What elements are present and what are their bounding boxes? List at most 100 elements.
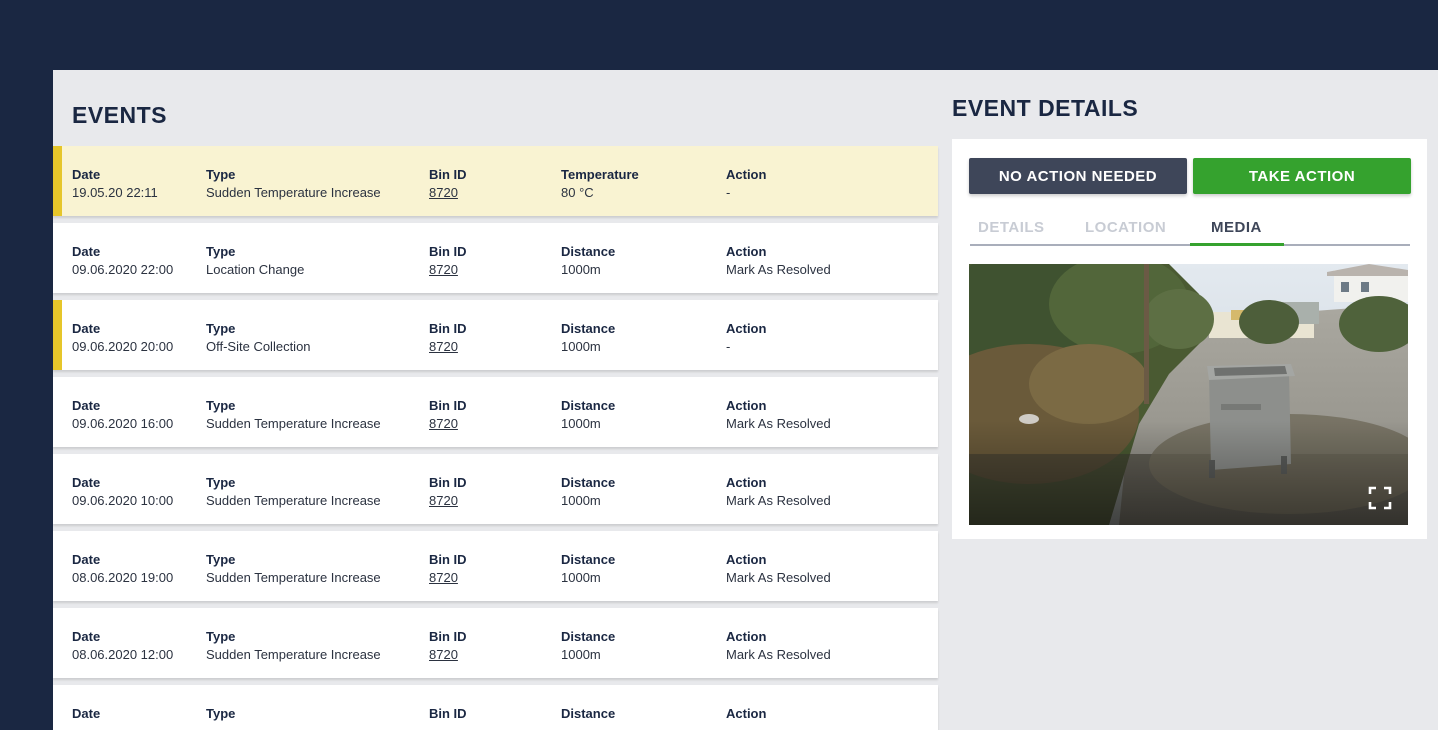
event-metric-cell: Temperature 80 °C: [561, 167, 639, 201]
date-label: Date: [72, 552, 101, 567]
bin-id-link[interactable]: 8720: [429, 646, 467, 663]
bin-id-label: Bin ID: [429, 706, 467, 721]
take-action-button[interactable]: TAKE ACTION: [1193, 158, 1411, 194]
event-date-cell: Date 09.06.2020 22:00: [72, 244, 173, 278]
event-metric-cell: Distance 1000m: [561, 244, 615, 278]
action-label: Action: [726, 475, 767, 490]
tab-location[interactable]: LOCATION: [1085, 219, 1166, 236]
event-date-cell: Date 09.06.2020 16:00: [72, 398, 173, 432]
event-action: -: [726, 339, 731, 354]
action-label: Action: [726, 629, 767, 644]
events-list: Date 19.05.20 22:11 Type Sudden Temperatur…: [53, 146, 938, 730]
event-row[interactable]: Date 19.05.20 22:11 Type Sudden Temperatur…: [53, 146, 938, 216]
event-type-cell: Type Location Change: [206, 244, 304, 278]
type-label: Type: [206, 398, 236, 413]
event-metric-cell: Distance 1000m: [561, 552, 615, 586]
type-label: Type: [206, 244, 236, 259]
bin-id-link[interactable]: 8720: [429, 415, 467, 432]
event-type: Sudden Temperature Increase: [206, 416, 381, 431]
event-metric: 1000m: [561, 493, 601, 508]
bin-id-label: Bin ID: [429, 321, 467, 336]
metric-label: Distance: [561, 706, 616, 721]
event-action[interactable]: Mark As Resolved: [726, 569, 831, 586]
bin-id-link[interactable]: 8720: [429, 184, 467, 201]
event-type-cell: Type Sudden Temperature Increase: [206, 629, 381, 663]
event-row[interactable]: Date 09.06.2020 22:00 Type Location Change…: [53, 223, 938, 293]
event-details-card: NO ACTION NEEDED TAKE ACTION DETAILS LOC…: [952, 139, 1427, 539]
event-metric-cell: Distance: [561, 706, 615, 723]
no-action-needed-button[interactable]: NO ACTION NEEDED: [969, 158, 1187, 194]
event-action-cell: Action -: [726, 321, 766, 355]
bin-id-label: Bin ID: [429, 552, 467, 567]
event-bin-cell: Bin ID 8720: [429, 167, 467, 201]
main-content: EVENTS Date 19.05.20 22:11 Type Sudden Tem…: [53, 70, 1438, 730]
event-date: 09.06.2020 20:00: [72, 339, 174, 354]
event-type-cell: Type Sudden Temperature Increase: [206, 167, 381, 201]
event-flag-marker: [53, 300, 62, 370]
bin-id-label: Bin ID: [429, 629, 467, 644]
type-label: Type: [206, 167, 236, 182]
event-date-cell: Date 08.06.2020 12:00: [72, 629, 173, 663]
event-details-title: EVENT DETAILS: [952, 95, 1139, 121]
type-label: Type: [206, 321, 236, 336]
event-date-cell: Date: [72, 706, 100, 723]
event-type: Sudden Temperature Increase: [206, 493, 381, 508]
bin-id-label: Bin ID: [429, 475, 467, 490]
tab-details[interactable]: DETAILS: [978, 219, 1045, 236]
event-type-cell: Type Off-Site Collection: [206, 321, 311, 355]
bin-id-link[interactable]: 8720: [429, 338, 467, 355]
event-metric-cell: Distance 1000m: [561, 321, 615, 355]
event-bin-cell: Bin ID: [429, 706, 467, 723]
bin-id-link[interactable]: 8720: [429, 261, 467, 278]
fullscreen-icon[interactable]: [1368, 486, 1392, 510]
event-date: 08.06.2020 12:00: [72, 647, 174, 662]
event-row[interactable]: Date 09.06.2020 20:00 Type Off-Site Collec…: [53, 300, 938, 370]
tab-media[interactable]: MEDIA: [1211, 219, 1262, 236]
event-type: Sudden Temperature Increase: [206, 185, 381, 200]
action-label: Action: [726, 167, 767, 182]
date-label: Date: [72, 475, 101, 490]
bin-id-label: Bin ID: [429, 398, 467, 413]
event-flag-marker: [53, 146, 62, 216]
event-date: 08.06.2020 19:00: [72, 570, 174, 585]
event-row[interactable]: Date Type Bin ID Distance Action: [53, 685, 938, 730]
event-action[interactable]: Mark As Resolved: [726, 492, 831, 509]
event-date: 09.06.2020 10:00: [72, 493, 174, 508]
event-date-cell: Date 19.05.20 22:11: [72, 167, 158, 201]
type-label: Type: [206, 629, 236, 644]
event-action[interactable]: Mark As Resolved: [726, 646, 831, 663]
event-bin-cell: Bin ID 8720: [429, 244, 467, 278]
event-metric: 1000m: [561, 570, 601, 585]
event-action-cell: Action Mark As Resolved: [726, 552, 831, 586]
event-action[interactable]: Mark As Resolved: [726, 415, 831, 432]
event-row[interactable]: Date 09.06.2020 10:00 Type Sudden Temperat…: [53, 454, 938, 524]
event-date-cell: Date 08.06.2020 19:00: [72, 552, 173, 586]
event-type-cell: Type: [206, 706, 235, 723]
event-bin-cell: Bin ID 8720: [429, 629, 467, 663]
date-label: Date: [72, 321, 101, 336]
event-metric: 80 °C: [561, 185, 594, 200]
event-row[interactable]: Date 09.06.2020 16:00 Type Sudden Temperat…: [53, 377, 938, 447]
event-metric: 1000m: [561, 416, 601, 431]
event-action-cell: Action: [726, 706, 766, 723]
metric-label: Distance: [561, 552, 616, 567]
event-date-cell: Date 09.06.2020 10:00: [72, 475, 173, 509]
event-row[interactable]: Date 08.06.2020 12:00 Type Sudden Temperat…: [53, 608, 938, 678]
type-label: Type: [206, 552, 236, 567]
event-action-cell: Action Mark As Resolved: [726, 398, 831, 432]
event-date: 09.06.2020 22:00: [72, 262, 174, 277]
metric-label: Distance: [561, 475, 616, 490]
details-tabs: DETAILS LOCATION MEDIA: [970, 212, 1410, 246]
date-label: Date: [72, 706, 101, 721]
event-action-cell: Action Mark As Resolved: [726, 629, 831, 663]
bin-id-link[interactable]: 8720: [429, 569, 467, 586]
action-label: Action: [726, 552, 767, 567]
event-action-cell: Action Mark As Resolved: [726, 244, 831, 278]
bin-id-link[interactable]: 8720: [429, 492, 467, 509]
event-row[interactable]: Date 08.06.2020 19:00 Type Sudden Temperat…: [53, 531, 938, 601]
event-type-cell: Type Sudden Temperature Increase: [206, 398, 381, 432]
date-label: Date: [72, 629, 101, 644]
event-action[interactable]: Mark As Resolved: [726, 261, 831, 278]
event-bin-cell: Bin ID 8720: [429, 321, 467, 355]
action-label: Action: [726, 244, 767, 259]
